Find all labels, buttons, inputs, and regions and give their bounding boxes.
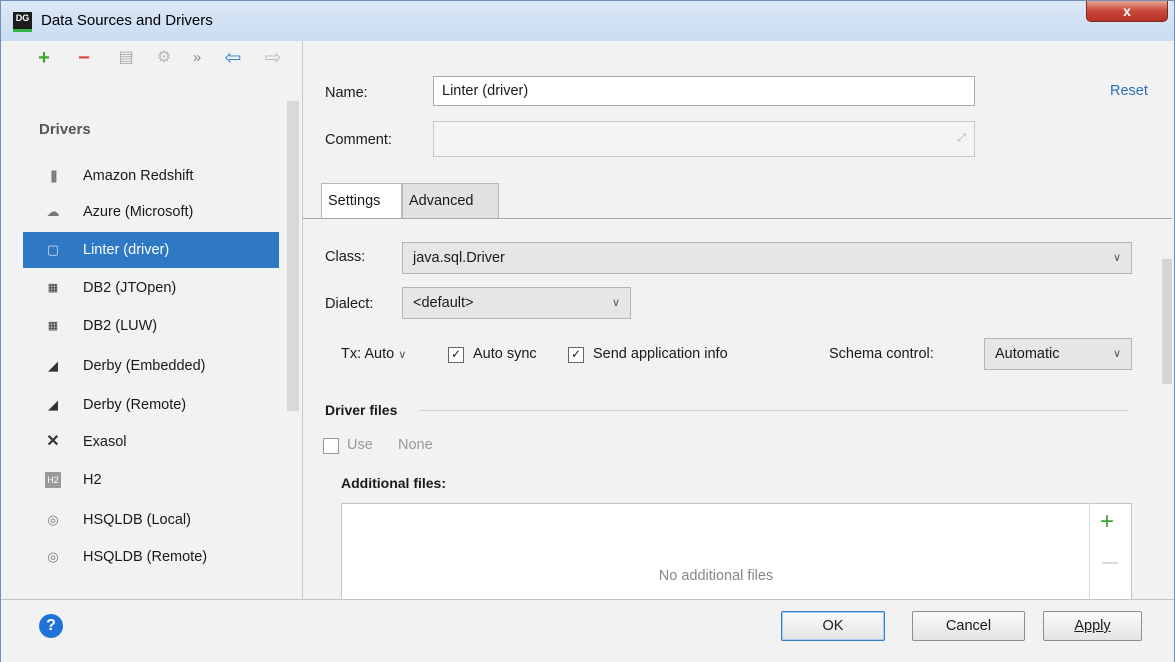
linter-icon: ▢: [46, 242, 60, 257]
hsqldb-icon: ◎: [47, 549, 59, 564]
schema-control-label: Schema control:: [829, 346, 934, 362]
auto-sync-checkbox[interactable]: ✓: [448, 347, 464, 363]
auto-sync-label: Auto sync: [473, 346, 537, 362]
reset-link[interactable]: Reset: [1110, 83, 1148, 99]
help-icon[interactable]: ?: [39, 614, 63, 638]
driver-item-hsqldb-local[interactable]: ◎ HSQLDB (Local): [23, 502, 279, 538]
driver-item-db2-luw[interactable]: ▦ DB2 (LUW): [23, 308, 279, 344]
apply-button[interactable]: Apply: [1043, 611, 1142, 641]
schema-control-select[interactable]: Automatic ∨: [984, 338, 1132, 370]
dialect-select[interactable]: <default> ∨: [402, 287, 631, 319]
files-side-toolbar: + —: [1089, 503, 1132, 600]
driver-item-linter[interactable]: ▢ Linter (driver): [23, 232, 279, 268]
datagrip-app-icon: DG: [13, 12, 32, 32]
ibm-db2-icon: ▦: [47, 320, 59, 332]
cancel-button[interactable]: Cancel: [912, 611, 1025, 641]
additional-files-list[interactable]: No additional files: [341, 503, 1091, 600]
ok-button[interactable]: OK: [781, 611, 885, 641]
driver-item-exasol[interactable]: ✕ Exasol: [23, 424, 279, 460]
derby-hat-icon: ◢: [48, 358, 58, 373]
dialect-label: Dialect:: [325, 296, 374, 312]
driver-label: HSQLDB (Local): [83, 512, 191, 528]
driver-label: Derby (Embedded): [83, 358, 206, 374]
drivers-heading: Drivers: [39, 121, 91, 138]
driver-label: Exasol: [83, 434, 127, 450]
drivers-panel: + − ▤ ⚙ » ⇦ ⇨ Drivers ||| Amazon Redshif…: [1, 41, 303, 599]
driver-label: Derby (Remote): [83, 397, 187, 413]
send-application-info-checkbox[interactable]: ✓: [568, 347, 584, 363]
chevron-down-icon: ∨: [611, 297, 620, 309]
expand-icon[interactable]: ⤢: [957, 124, 966, 152]
driver-label: DB2 (JTOpen): [83, 280, 177, 296]
dialect-value: <default>: [413, 295, 474, 311]
tab-advanced[interactable]: Advanced: [402, 183, 499, 219]
driver-item-derby-remote[interactable]: ◢ Derby (Remote): [23, 387, 279, 423]
driver-label: H2: [83, 472, 102, 488]
chevron-down-icon: ∨: [1112, 348, 1121, 360]
chevron-down-icon: ∨: [1112, 252, 1121, 264]
h2-icon: H2: [45, 472, 61, 488]
settings-scrollbar[interactable]: [1162, 259, 1172, 384]
driver-label: DB2 (LUW): [83, 318, 158, 334]
tab-divider: [303, 218, 1172, 219]
use-driver-checkbox[interactable]: [323, 438, 339, 454]
send-application-info-label: Send application info: [593, 346, 728, 362]
driver-item-amazon-redshift[interactable]: ||| Amazon Redshift: [23, 158, 279, 194]
duplicate-icon[interactable]: ▤: [115, 47, 137, 69]
dialog-window: DG Data Sources and Drivers x + − ▤ ⚙ » …: [0, 0, 1175, 662]
use-label: Use: [347, 437, 373, 453]
driver-settings-icon[interactable]: ⚙: [153, 47, 175, 69]
comment-field[interactable]: ⤢: [433, 121, 975, 157]
driver-item-azure[interactable]: ☁ Azure (Microsoft): [23, 194, 279, 230]
exasol-x-icon: ✕: [46, 433, 60, 450]
drivers-scrollbar[interactable]: [287, 101, 299, 411]
add-icon[interactable]: +: [33, 47, 55, 69]
window-title: Data Sources and Drivers: [41, 12, 213, 29]
azure-cloud-icon: ☁: [46, 204, 60, 219]
driver-settings-panel: Name: Linter (driver) Reset Comment: ⤢ S…: [303, 41, 1172, 600]
comment-label: Comment:: [325, 132, 392, 148]
use-value: None: [398, 437, 433, 453]
no-files-placeholder: No additional files: [658, 568, 774, 584]
driver-item-hsqldb-remote[interactable]: ◎ HSQLDB (Remote): [23, 539, 279, 575]
driver-label: Azure (Microsoft): [83, 204, 194, 220]
driver-label: Amazon Redshift: [83, 168, 194, 184]
name-label: Name:: [325, 85, 368, 101]
driver-item-db2-jtopen[interactable]: ▦ DB2 (JTOpen): [23, 270, 279, 306]
remove-file-icon[interactable]: —: [1102, 554, 1118, 572]
driver-item-h2[interactable]: H2 H2: [23, 462, 279, 498]
add-file-icon[interactable]: +: [1100, 510, 1114, 534]
dialog-button-bar: ? OK Cancel Apply: [1, 599, 1174, 662]
name-field[interactable]: Linter (driver): [433, 76, 975, 106]
driver-files-divider: [419, 410, 1129, 411]
driver-label: Linter (driver): [83, 242, 170, 258]
redshift-icon: |||: [50, 168, 58, 183]
driver-files-heading: Driver files: [325, 402, 398, 418]
class-select[interactable]: java.sql.Driver ∨: [402, 242, 1132, 274]
tx-mode-dropdown[interactable]: Tx: Auto ∨: [341, 346, 406, 362]
additional-files-label: Additional files:: [341, 475, 446, 491]
derby-hat-icon: ◢: [48, 397, 58, 412]
more-icon[interactable]: »: [189, 47, 205, 69]
remove-icon[interactable]: −: [73, 47, 95, 69]
class-label: Class:: [325, 249, 366, 265]
left-toolbar: + − ▤ ⚙ » ⇦ ⇨: [1, 41, 302, 77]
back-arrow-icon[interactable]: ⇦: [221, 47, 245, 69]
hsqldb-icon: ◎: [47, 512, 59, 527]
class-value: java.sql.Driver: [413, 250, 505, 266]
ibm-db2-icon: ▦: [47, 282, 59, 294]
close-button[interactable]: x: [1086, 1, 1168, 22]
driver-item-derby-embedded[interactable]: ◢ Derby (Embedded): [23, 348, 279, 384]
chevron-down-icon: ∨: [398, 349, 407, 361]
title-bar: DG Data Sources and Drivers x: [1, 1, 1174, 41]
tx-label: Tx: Auto: [341, 346, 395, 362]
schema-control-value: Automatic: [995, 346, 1060, 362]
forward-arrow-icon[interactable]: ⇨: [261, 47, 285, 69]
close-icon: x: [1123, 3, 1131, 19]
driver-label: HSQLDB (Remote): [83, 549, 208, 565]
tab-settings[interactable]: Settings: [321, 183, 402, 219]
